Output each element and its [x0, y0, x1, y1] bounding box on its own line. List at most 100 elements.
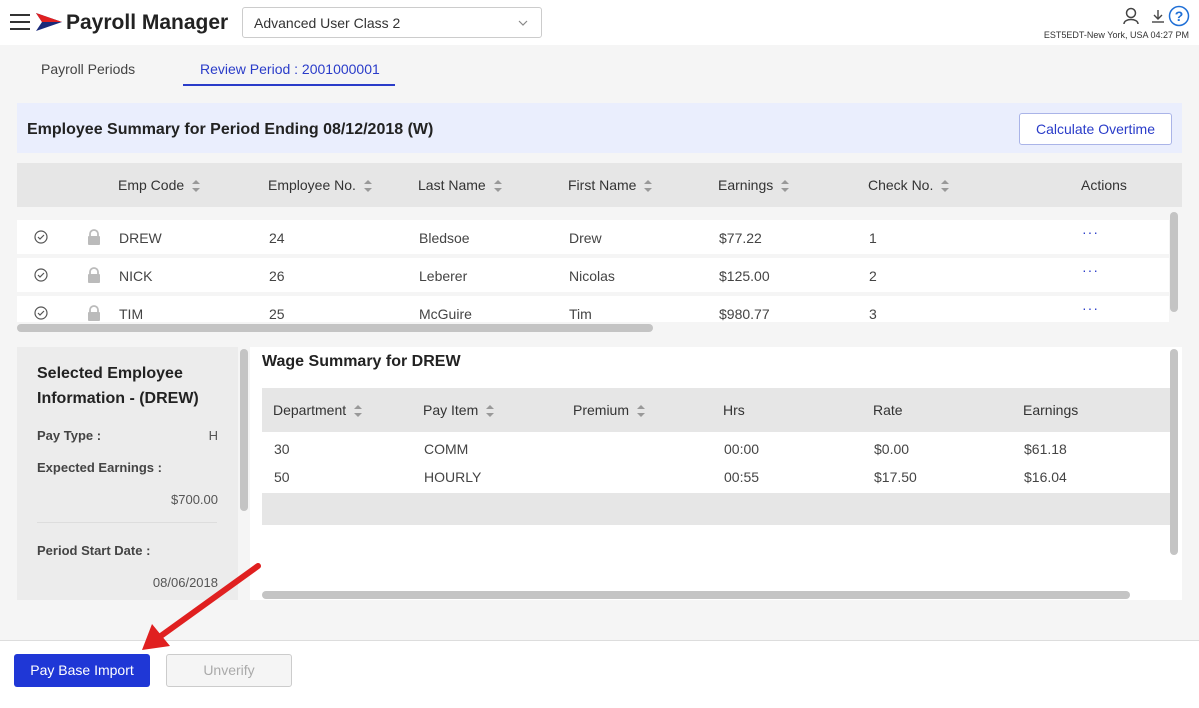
- table-row[interactable]: 50 HOURLY 00:55 $17.50 $16.04: [262, 465, 1170, 489]
- cell-department: 30: [274, 441, 290, 457]
- col-employee-no[interactable]: Employee No.: [268, 177, 372, 193]
- wage-summary-panel: Wage Summary for DREW Department Pay Ite…: [250, 347, 1182, 600]
- table-row[interactable]: TIM 25 McGuire Tim $980.77 3 ···: [17, 296, 1169, 322]
- cell-emp-code: NICK: [119, 268, 153, 284]
- cell-pay-item: HOURLY: [424, 469, 482, 485]
- table-row[interactable]: 30 COMM 00:00 $0.00 $61.18: [262, 437, 1170, 461]
- logo-icon: [36, 13, 62, 31]
- table-row[interactable]: DREW 24 Bledsoe Drew $77.22 1 ···: [17, 220, 1169, 254]
- col-premium-label: Premium: [573, 402, 630, 418]
- sort-icon: [354, 405, 363, 418]
- cell-earnings: $980.77: [719, 306, 770, 322]
- expected-earnings-label-text: Expected Earnings: [37, 460, 155, 475]
- cell-last-name: Bledsoe: [419, 230, 470, 246]
- employee-summary-title: Employee Summary for Period Ending 08/12…: [27, 121, 434, 138]
- cell-employee-no: 24: [269, 230, 285, 246]
- chevron-down-icon: [518, 20, 528, 26]
- cell-department: 50: [274, 469, 290, 485]
- cell-check-no: 2: [869, 268, 877, 284]
- pay-type-label-text: Pay Type: [37, 428, 94, 443]
- help-icon[interactable]: ?: [1168, 5, 1190, 27]
- col-first-name-label: First Name: [568, 177, 637, 193]
- col-check-no[interactable]: Check No.: [868, 177, 950, 193]
- cell-emp-code: DREW: [119, 230, 162, 246]
- top-bar: Payroll Manager Advanced User Class 2 ? …: [0, 0, 1199, 45]
- sort-icon: [644, 180, 653, 193]
- cell-earnings: $77.22: [719, 230, 762, 246]
- active-tab-indicator: [183, 84, 395, 86]
- cell-check-no: 1: [869, 230, 877, 246]
- annotation-arrow-icon: [142, 563, 261, 650]
- cell-hrs: 00:00: [724, 441, 760, 457]
- check-circle-icon[interactable]: [34, 306, 48, 320]
- cell-rate: $17.50: [874, 469, 917, 485]
- col-wage-earnings: Earnings: [1023, 402, 1079, 418]
- col-department-label: Department: [273, 402, 347, 418]
- menu-icon[interactable]: [10, 14, 30, 30]
- selected-employee-scrollbar[interactable]: [240, 349, 248, 511]
- col-rate: Rate: [873, 402, 903, 418]
- user-icon[interactable]: [1122, 7, 1140, 25]
- class-select[interactable]: Advanced User Class 2: [242, 7, 542, 38]
- cell-first-name: Tim: [569, 306, 592, 322]
- employee-table-body[interactable]: DREW 24 Bledsoe Drew $77.22 1 ··· NICK 2…: [17, 207, 1182, 322]
- wage-table-header: Department Pay Item Premium Hrs Rate Ear…: [262, 388, 1170, 432]
- col-premium[interactable]: Premium: [573, 402, 646, 418]
- svg-text:?: ?: [1175, 8, 1184, 24]
- check-circle-icon[interactable]: [34, 230, 48, 244]
- col-pay-item[interactable]: Pay Item: [423, 402, 495, 418]
- cell-last-name: Leberer: [419, 268, 468, 284]
- download-icon[interactable]: [1151, 8, 1165, 24]
- tab-review-period[interactable]: Review Period : 2001000001: [200, 61, 380, 77]
- lock-icon: [88, 267, 100, 283]
- cell-first-name: Nicolas: [569, 268, 615, 284]
- col-earnings[interactable]: Earnings: [718, 177, 790, 193]
- divider: [37, 522, 217, 523]
- row-actions-menu[interactable]: ···: [1082, 300, 1099, 316]
- col-emp-code-label: Emp Code: [118, 177, 185, 193]
- sort-icon: [493, 180, 502, 193]
- calculate-overtime-button[interactable]: Calculate Overtime: [1019, 113, 1172, 145]
- col-emp-code[interactable]: Emp Code: [118, 177, 201, 193]
- cell-rate: $0.00: [874, 441, 910, 457]
- employee-table-vertical-scrollbar[interactable]: [1170, 212, 1178, 312]
- wage-summary-title: Wage Summary for DREW: [262, 353, 461, 370]
- cell-earnings: $16.04: [1024, 469, 1067, 485]
- col-pay-item-label: Pay Item: [423, 402, 479, 418]
- tab-payroll-periods[interactable]: Payroll Periods: [41, 61, 135, 77]
- lock-icon: [88, 229, 100, 245]
- row-actions-menu[interactable]: ···: [1082, 262, 1099, 278]
- sort-icon: [363, 180, 372, 193]
- col-actions: Actions: [1081, 177, 1127, 193]
- employee-summary-banner: Employee Summary for Period Ending 08/12…: [17, 103, 1182, 153]
- sort-icon: [637, 405, 646, 418]
- selected-employee-title: Selected Employee Information - (DREW): [37, 365, 199, 407]
- table-row[interactable]: NICK 26 Leberer Nicolas $125.00 2 ···: [17, 258, 1169, 292]
- expected-earnings-value: $700.00: [171, 492, 218, 507]
- wage-panel-horizontal-scrollbar[interactable]: [262, 591, 1130, 599]
- sort-icon: [941, 180, 950, 193]
- wage-panel-vertical-scrollbar[interactable]: [1170, 349, 1178, 555]
- col-hrs: Hrs: [723, 402, 745, 418]
- timezone-label: EST5EDT-New York, USA 04:27 PM: [1043, 30, 1189, 40]
- check-circle-icon[interactable]: [34, 268, 48, 282]
- sort-icon: [192, 180, 201, 193]
- employee-table-header: Emp Code Employee No. Last Name First Na…: [17, 163, 1182, 207]
- lock-icon: [88, 305, 100, 321]
- cell-earnings: $125.00: [719, 268, 770, 284]
- col-first-name[interactable]: First Name: [568, 177, 653, 193]
- col-earnings-label: Earnings: [718, 177, 774, 193]
- wage-table-footer: [262, 493, 1170, 525]
- col-department[interactable]: Department: [273, 402, 363, 418]
- cell-pay-item: COMM: [424, 441, 469, 457]
- sort-icon: [781, 180, 790, 193]
- cell-emp-code: TIM: [119, 306, 144, 322]
- col-last-name-label: Last Name: [418, 177, 486, 193]
- col-employee-no-label: Employee No.: [268, 177, 356, 193]
- cell-hrs: 00:55: [724, 469, 760, 485]
- row-actions-menu[interactable]: ···: [1082, 224, 1099, 240]
- cell-employee-no: 25: [269, 306, 285, 322]
- employee-table-horizontal-scrollbar[interactable]: [17, 324, 653, 332]
- col-last-name[interactable]: Last Name: [418, 177, 502, 193]
- cell-employee-no: 26: [269, 268, 285, 284]
